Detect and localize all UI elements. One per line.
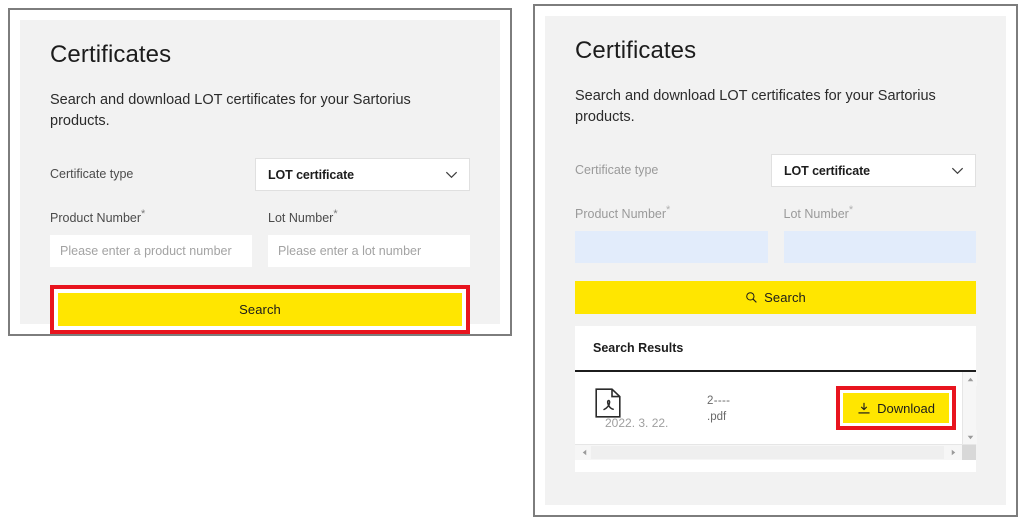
download-icon	[858, 402, 870, 414]
right-panel-surface: Certificates Search and download LOT cer…	[545, 16, 1006, 505]
hscroll-thumb[interactable]	[591, 446, 944, 460]
lot-number-label: Lot Number*	[783, 204, 854, 222]
results-footer	[575, 460, 976, 473]
certificate-type-label: Certificate type	[50, 167, 134, 182]
certificate-type-value: LOT certificate	[784, 163, 871, 178]
certificate-type-label: Certificate type	[575, 163, 659, 178]
search-button[interactable]: Search	[575, 281, 976, 315]
page-subtitle: Search and download LOT certificates for…	[575, 88, 936, 126]
download-button-label: Download	[877, 400, 935, 416]
lot-number-input[interactable]	[783, 231, 976, 264]
search-results-body: 2022. 3. 22. 2---- .pdf Download	[575, 372, 977, 445]
left-panel: Certificates Search and download LOT cer…	[8, 8, 512, 336]
product-number-label: Product Number*	[575, 204, 671, 222]
required-asterisk: *	[666, 204, 671, 217]
certificate-type-select[interactable]: LOT certificate	[255, 158, 470, 192]
required-asterisk: *	[333, 208, 338, 221]
certificate-type-value: LOT certificate	[268, 167, 355, 182]
page-subtitle: Search and download LOT certificates for…	[50, 92, 411, 130]
product-number-label: Product Number*	[50, 208, 146, 226]
certificate-type-row: Certificate type LOT certificate	[575, 154, 976, 188]
table-row: 2022. 3. 22. 2---- .pdf Download	[575, 372, 962, 444]
required-asterisk: *	[848, 204, 854, 217]
search-results-header: Search Results	[575, 326, 976, 373]
right-panel-content: Certificates Search and download LOT cer…	[575, 37, 977, 473]
product-number-input[interactable]	[50, 235, 252, 268]
file-name-line-2: .pdf	[707, 411, 727, 424]
results-vertical-scrollbar[interactable]	[962, 372, 977, 445]
search-fields-row: Product Number* Lot Number*	[575, 204, 976, 264]
download-button[interactable]: Download	[843, 393, 949, 424]
page-title: Certificates	[50, 41, 172, 68]
download-cell: Download	[836, 386, 956, 431]
product-number-input[interactable]	[575, 231, 768, 264]
magnifier-icon	[746, 292, 757, 304]
lot-number-field: Lot Number*	[268, 208, 470, 268]
search-button[interactable]: Search	[58, 293, 462, 327]
certificate-type-row: Certificate type LOT certificate	[50, 158, 470, 192]
lot-number-field: Lot Number*	[783, 204, 976, 264]
pdf-file-icon	[595, 388, 621, 419]
chevron-down-icon	[951, 168, 964, 175]
scrollbar-corner	[962, 445, 976, 461]
left-panel-surface: Certificates Search and download LOT cer…	[20, 20, 500, 335]
search-button-wrap: Search	[575, 281, 976, 315]
search-button-label: Search	[764, 290, 806, 306]
file-icon-cell: 2022. 3. 22.	[587, 372, 707, 444]
scroll-left-arrow[interactable]	[577, 445, 591, 459]
search-results-panel: Search Results 2022. 3. 22. 2---- .pdf D…	[575, 326, 977, 473]
file-name-cell: 2---- .pdf	[707, 391, 836, 426]
search-fields-row: Product Number* Lot Number*	[50, 208, 470, 268]
scroll-down-arrow[interactable]	[963, 430, 977, 445]
file-date: 2022. 3. 22.	[605, 416, 669, 431]
lot-number-label: Lot Number*	[268, 208, 338, 226]
search-button-highlight: Search	[50, 285, 470, 335]
right-panel: Certificates Search and download LOT cer…	[533, 4, 1018, 517]
download-button-highlight: Download	[836, 386, 956, 431]
certificate-type-select[interactable]: LOT certificate	[771, 154, 976, 188]
screenshot-root: Certificates Search and download LOT cer…	[0, 0, 1030, 524]
scroll-right-arrow[interactable]	[946, 445, 960, 459]
page-title: Certificates	[575, 37, 697, 64]
left-panel-content: Certificates Search and download LOT cer…	[50, 41, 470, 335]
product-number-field: Product Number*	[50, 208, 252, 268]
scroll-up-arrow[interactable]	[963, 372, 977, 387]
lot-number-input[interactable]	[268, 235, 470, 268]
chevron-down-icon	[445, 172, 458, 179]
results-horizontal-scrollbar[interactable]	[575, 444, 976, 461]
file-name-line-1: 2----	[707, 394, 731, 407]
product-number-field: Product Number*	[575, 204, 768, 264]
required-asterisk: *	[141, 208, 146, 221]
search-button-label: Search	[239, 302, 281, 318]
